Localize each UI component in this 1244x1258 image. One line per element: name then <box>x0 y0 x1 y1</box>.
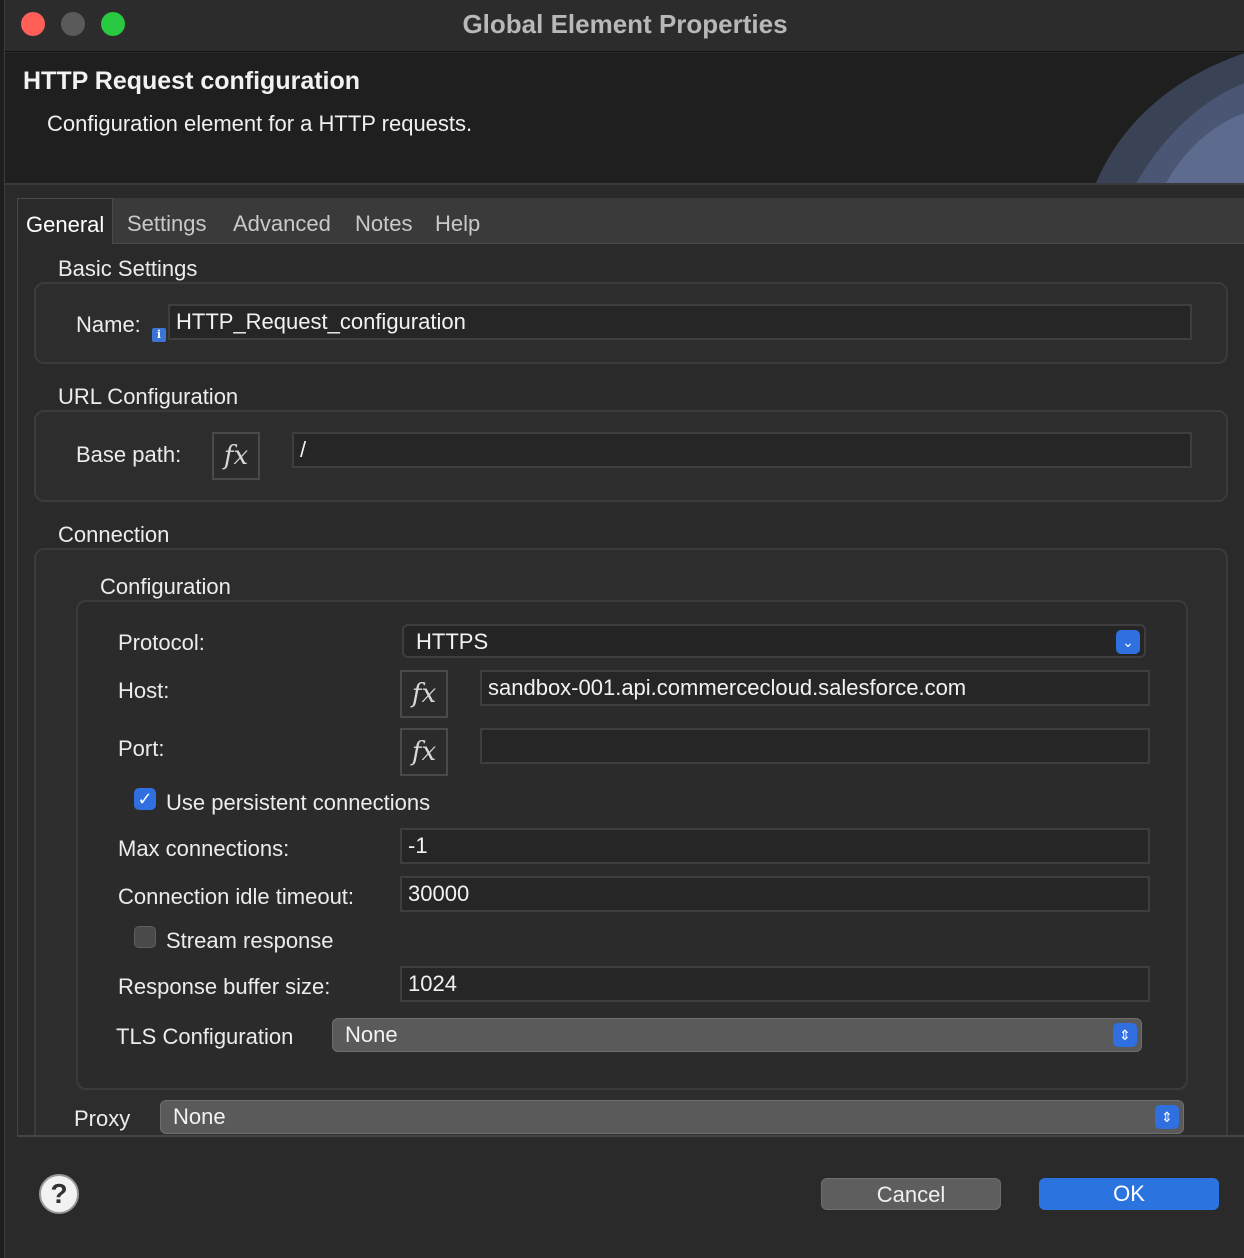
configuration-heading: Configuration <box>100 574 231 599</box>
url-configuration-heading: URL Configuration <box>58 384 239 409</box>
tab-settings[interactable]: Settings <box>119 198 215 244</box>
url-configuration-group: Base path: fx / <box>34 410 1228 502</box>
name-label: Name: <box>76 312 141 337</box>
proxy-label: Proxy <box>74 1106 131 1131</box>
port-input[interactable] <box>480 728 1150 764</box>
page-title: HTTP Request configuration <box>23 67 361 95</box>
tab-general[interactable]: General <box>17 198 114 244</box>
protocol-select[interactable]: HTTPS ⌄ <box>402 624 1146 658</box>
host-input[interactable]: sandbox-001.api.commercecloud.salesforce… <box>480 670 1150 706</box>
base-path-input[interactable]: / <box>292 432 1192 468</box>
title-bar: Global Element Properties <box>5 0 1244 52</box>
chevron-down-icon: ⌄ <box>1116 630 1140 654</box>
basic-settings-heading: Basic Settings <box>58 256 198 281</box>
base-path-label: Base path: <box>76 442 182 467</box>
proxy-select[interactable]: None ⇕ <box>160 1100 1184 1134</box>
idle-timeout-input[interactable]: 30000 <box>400 876 1150 912</box>
proxy-value: None <box>173 1104 226 1129</box>
port-fx-button[interactable]: fx <box>400 728 448 776</box>
tls-configuration-value: None <box>345 1022 398 1047</box>
tab-bar: General Settings Advanced Notes Help <box>17 198 1244 244</box>
configuration-group: Protocol: HTTPS ⌄ Host: fx sandbox-001.a… <box>76 600 1188 1090</box>
dialog-footer: ? Cancel OK <box>5 1138 1244 1258</box>
dialog-window: Global Element Properties HTTP Request c… <box>4 0 1244 1258</box>
general-tab-content: Basic Settings Name: i HTTP_Request_conf… <box>17 244 1244 1137</box>
port-label: Port: <box>118 736 165 761</box>
persistent-connections-checkbox[interactable]: ✓ <box>134 788 156 810</box>
connection-group: Configuration Protocol: HTTPS ⌄ Host: fx… <box>34 548 1228 1135</box>
base-path-fx-button[interactable]: fx <box>212 432 260 480</box>
host-label: Host: <box>118 678 170 703</box>
idle-timeout-label: Connection idle timeout: <box>118 884 355 909</box>
cancel-button[interactable]: Cancel <box>821 1178 1001 1210</box>
tab-notes[interactable]: Notes <box>347 198 420 244</box>
connection-heading: Connection <box>58 522 170 547</box>
page-subtitle: Configuration element for a HTTP request… <box>47 111 473 136</box>
wizard-header: HTTP Request configuration Configuration… <box>5 53 1244 185</box>
tls-configuration-label: TLS Configuration <box>116 1024 294 1049</box>
stream-response-label: Stream response <box>166 928 334 953</box>
host-fx-button[interactable]: fx <box>400 670 448 718</box>
up-down-arrows-icon: ⇕ <box>1113 1023 1137 1047</box>
help-icon[interactable]: ? <box>39 1174 79 1214</box>
max-connections-input[interactable]: -1 <box>400 828 1150 864</box>
protocol-label: Protocol: <box>118 630 205 655</box>
up-down-arrows-icon: ⇕ <box>1155 1105 1179 1129</box>
max-connections-label: Max connections: <box>118 836 290 861</box>
tab-help[interactable]: Help <box>427 198 488 244</box>
header-decoration-icon <box>1095 53 1244 183</box>
tls-configuration-select[interactable]: None ⇕ <box>332 1018 1142 1052</box>
window-title: Global Element Properties <box>462 9 788 39</box>
buffer-size-label: Response buffer size: <box>118 974 331 999</box>
ok-button[interactable]: OK <box>1039 1178 1219 1210</box>
name-input[interactable]: HTTP_Request_configuration <box>168 304 1192 340</box>
buffer-size-input[interactable]: 1024 <box>400 966 1150 1002</box>
basic-settings-group: Name: i HTTP_Request_configuration <box>34 282 1228 364</box>
protocol-value: HTTPS <box>416 629 489 654</box>
persistent-connections-label: Use persistent connections <box>166 790 431 815</box>
stream-response-checkbox[interactable] <box>134 926 156 948</box>
tab-advanced[interactable]: Advanced <box>225 198 339 244</box>
info-icon: i <box>152 328 166 342</box>
